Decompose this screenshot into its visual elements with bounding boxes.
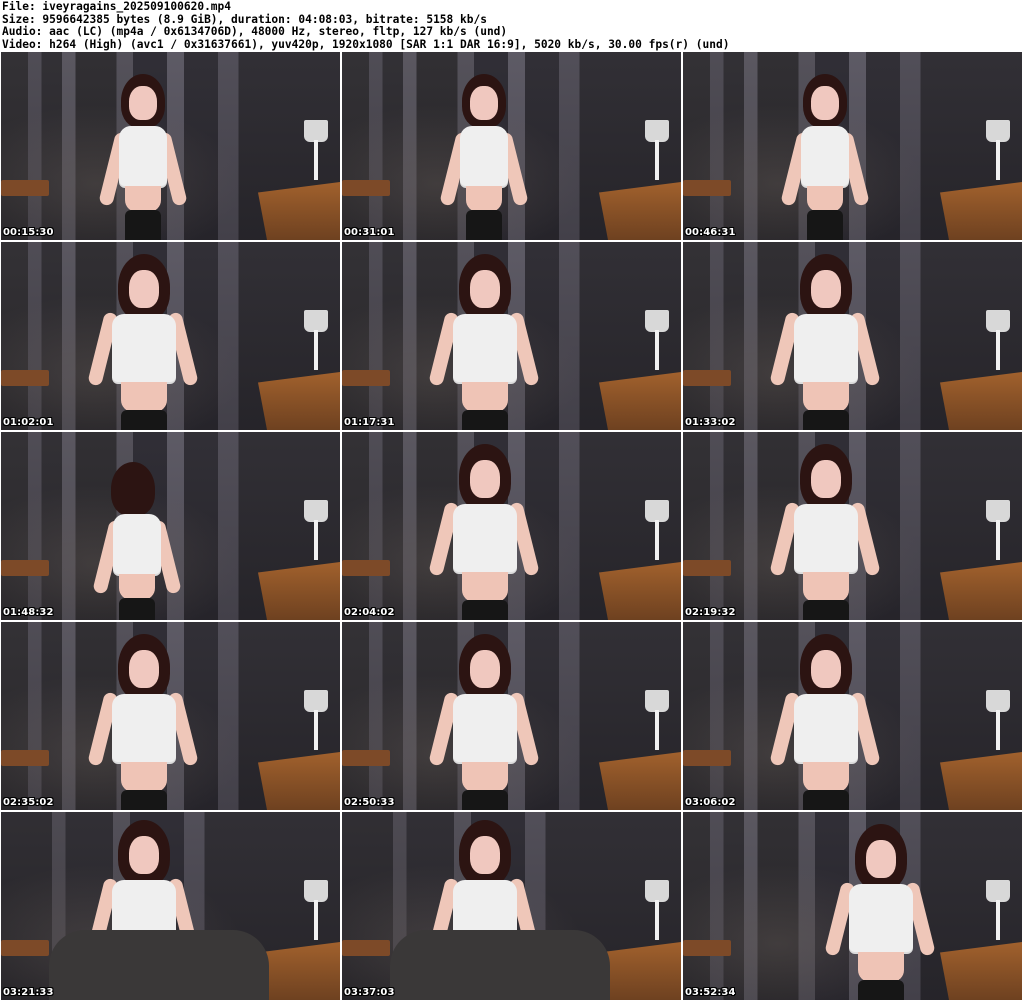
lamp-icon: [304, 120, 328, 180]
person: [769, 634, 882, 810]
timestamp: 03:52:34: [685, 987, 736, 998]
side-table: [1, 370, 49, 386]
desk: [258, 942, 340, 1000]
thumbnail: 01:02:01: [1, 242, 340, 430]
person: [91, 462, 182, 620]
desk: [599, 942, 681, 1000]
side-table: [1, 940, 49, 956]
thumbnail: 02:19:32: [683, 432, 1022, 620]
lamp-icon: [645, 690, 669, 750]
thumbnail: 00:15:30: [1, 52, 340, 240]
timestamp: 01:33:02: [685, 417, 736, 428]
desk: [940, 372, 1022, 430]
desk: [940, 182, 1022, 240]
desk: [258, 372, 340, 430]
thumbnail: 02:04:02: [342, 432, 681, 620]
audio-line: Audio: aac (LC) (mp4a / 0x6134706D), 480…: [2, 25, 508, 38]
desk: [940, 752, 1022, 810]
timestamp: 01:48:32: [3, 607, 54, 618]
person: [87, 254, 200, 430]
timestamp: 02:50:33: [344, 797, 395, 808]
lamp-icon: [986, 310, 1010, 370]
thumbnail: 00:31:01: [342, 52, 681, 240]
timestamp: 02:19:32: [685, 607, 736, 618]
timestamp: 02:35:02: [3, 797, 54, 808]
side-table: [342, 560, 390, 576]
person: [428, 634, 541, 810]
desk: [599, 562, 681, 620]
thumbnail: 01:33:02: [683, 242, 1022, 430]
side-table: [1, 750, 49, 766]
person: [439, 74, 530, 240]
metadata-header: File: iveyragains_202509100620.mp4 Size:…: [2, 1, 1022, 53]
side-table: [683, 370, 731, 386]
desk: [599, 372, 681, 430]
side-table: [683, 560, 731, 576]
person: [428, 820, 541, 996]
lamp-icon: [304, 500, 328, 560]
desk: [940, 942, 1022, 1000]
side-table: [683, 940, 731, 956]
timestamp: 01:17:31: [344, 417, 395, 428]
person: [428, 444, 541, 620]
side-table: [683, 180, 731, 196]
person: [87, 820, 200, 996]
desk: [258, 752, 340, 810]
lamp-icon: [304, 690, 328, 750]
person: [98, 74, 189, 240]
desk: [258, 562, 340, 620]
person: [769, 254, 882, 430]
side-table: [1, 180, 49, 196]
thumbnail: 03:21:33: [1, 812, 340, 1000]
video-line: Video: h264 (High) (avc1 / 0x31637661), …: [2, 37, 730, 51]
lamp-icon: [986, 120, 1010, 180]
person: [780, 74, 871, 240]
timestamp: 00:31:01: [344, 227, 395, 238]
person: [823, 824, 936, 1000]
timestamp: 03:06:02: [685, 797, 736, 808]
timestamp: 01:02:01: [3, 417, 54, 428]
timestamp: 03:21:33: [3, 987, 54, 998]
desk: [599, 182, 681, 240]
lamp-icon: [304, 310, 328, 370]
side-table: [342, 750, 390, 766]
side-table: [342, 180, 390, 196]
lamp-icon: [986, 690, 1010, 750]
thumbnail: 03:06:02: [683, 622, 1022, 810]
thumbnail: 03:37:03: [342, 812, 681, 1000]
lamp-icon: [645, 500, 669, 560]
lamp-icon: [986, 500, 1010, 560]
side-table: [1, 560, 49, 576]
thumbnail-grid: 00:15:30 00:31:01 00:46:31 01:02:01 01:1…: [1, 52, 1023, 1003]
thumbnail: 01:48:32: [1, 432, 340, 620]
lamp-icon: [304, 880, 328, 940]
timestamp: 02:04:02: [344, 607, 395, 618]
person: [769, 444, 882, 620]
side-table: [342, 940, 390, 956]
desk: [940, 562, 1022, 620]
timestamp: 00:46:31: [685, 227, 736, 238]
file-line: File: iveyragains_202509100620.mp4: [2, 1, 232, 13]
lamp-icon: [645, 310, 669, 370]
lamp-icon: [645, 880, 669, 940]
thumbnail: 02:50:33: [342, 622, 681, 810]
timestamp: 03:37:03: [344, 987, 395, 998]
desk: [599, 752, 681, 810]
desk: [258, 182, 340, 240]
thumbnail: 03:52:34: [683, 812, 1022, 1000]
lamp-icon: [645, 120, 669, 180]
timestamp: 00:15:30: [3, 227, 54, 238]
thumbnail: 02:35:02: [1, 622, 340, 810]
person: [87, 634, 200, 810]
side-table: [683, 750, 731, 766]
thumbnail: 01:17:31: [342, 242, 681, 430]
lamp-icon: [986, 880, 1010, 940]
side-table: [342, 370, 390, 386]
thumbnail: 00:46:31: [683, 52, 1022, 240]
person: [428, 254, 541, 430]
